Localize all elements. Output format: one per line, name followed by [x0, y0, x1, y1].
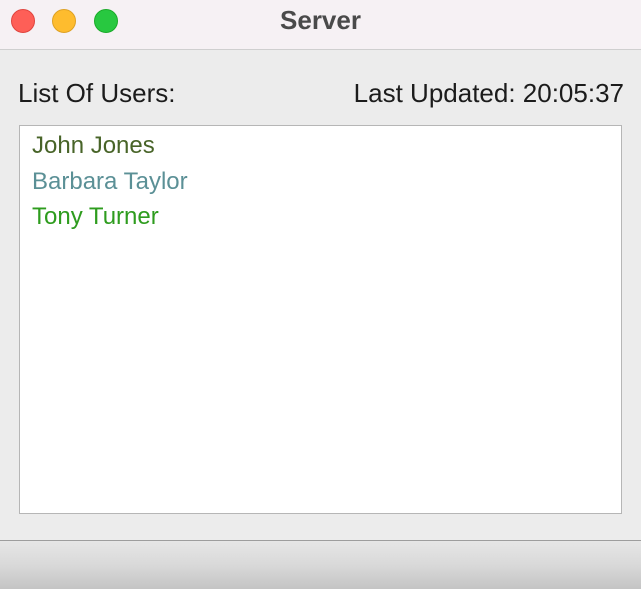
bottom-status-bar — [0, 540, 641, 589]
list-item-user[interactable]: Tony Turner — [20, 199, 621, 235]
server-window: Server List Of Users: Last Updated: 20:0… — [0, 0, 641, 589]
title-bar[interactable]: Server — [0, 0, 641, 50]
window-title: Server — [280, 5, 361, 35]
last-updated-label: Last Updated: 20:05:37 — [353, 78, 624, 108]
list-item-user[interactable]: John Jones — [20, 128, 621, 164]
list-item-user[interactable]: Barbara Taylor — [20, 164, 621, 200]
list-header: List Of Users: Last Updated: 20:05:37 — [18, 76, 624, 110]
list-of-users-label: List Of Users: — [18, 78, 176, 108]
user-list[interactable]: John Jones Barbara Taylor Tony Turner — [19, 125, 622, 514]
